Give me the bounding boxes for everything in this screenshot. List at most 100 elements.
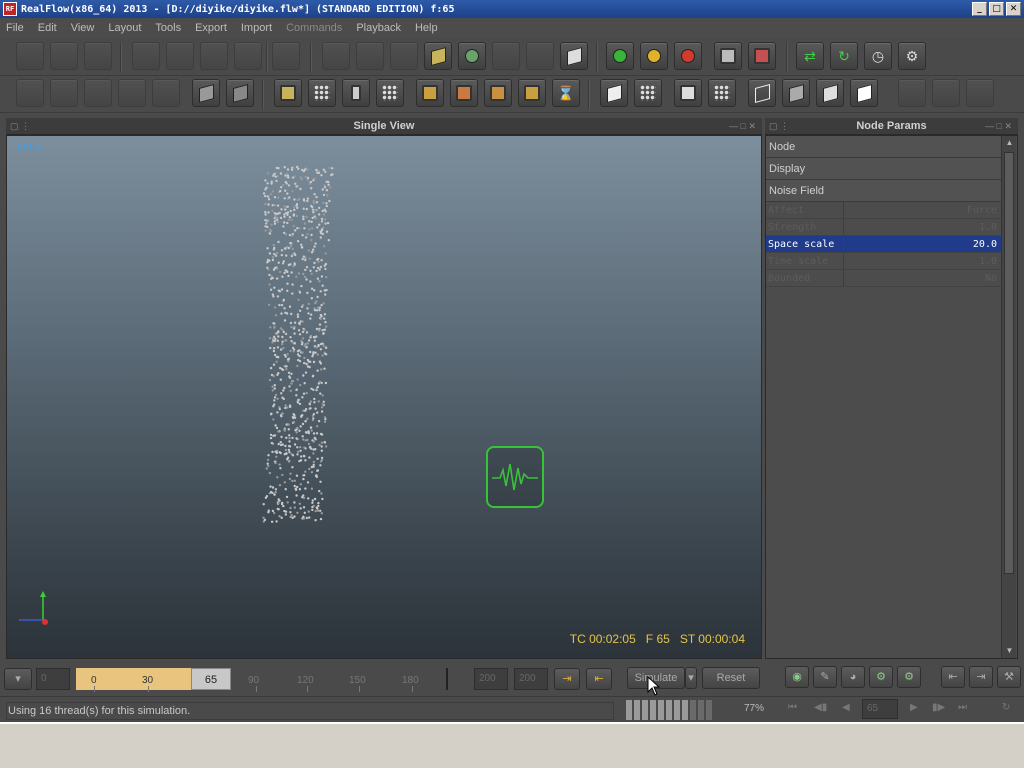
gear-green-icon[interactable]: ⚙: [869, 666, 893, 688]
3d-viewport[interactable]: persp TC 00:02:05 F 65 ST 00:00:04: [6, 135, 762, 659]
simulate-dropdown-icon[interactable]: ▾: [685, 667, 697, 689]
scale-tool-icon[interactable]: [234, 42, 262, 70]
menu-file[interactable]: File: [6, 22, 24, 34]
eye-icon[interactable]: ◕: [841, 666, 865, 688]
nav-right-icon[interactable]: ⇥: [969, 666, 993, 688]
end-frame-field[interactable]: 200: [474, 668, 508, 690]
go-end-icon[interactable]: ⏭: [958, 702, 967, 713]
cube-shaded-icon[interactable]: [782, 79, 810, 107]
tool-b-icon[interactable]: [50, 79, 78, 107]
noise-field-daemon-icon[interactable]: [486, 446, 544, 508]
key-out-icon[interactable]: ⇤: [586, 668, 612, 690]
object-icon[interactable]: [322, 42, 350, 70]
daemon-icon[interactable]: [390, 42, 418, 70]
menu-import[interactable]: Import: [241, 22, 272, 34]
param-value[interactable]: No: [844, 270, 1001, 286]
menu-help[interactable]: Help: [415, 22, 438, 34]
scroll-up-icon[interactable]: ▲: [1002, 136, 1017, 150]
red-light-icon[interactable]: [674, 42, 702, 70]
green-light-icon[interactable]: [606, 42, 634, 70]
menu-layout[interactable]: Layout: [108, 22, 141, 34]
save-scene-icon[interactable]: [84, 42, 112, 70]
close-button[interactable]: ✕: [1006, 2, 1021, 16]
sphere-dots-icon[interactable]: [634, 79, 662, 107]
tool-d-icon[interactable]: [118, 79, 146, 107]
section-noise-field[interactable]: Noise Field: [766, 180, 1001, 202]
rotate-tool-icon[interactable]: [200, 42, 228, 70]
menu-export[interactable]: Export: [195, 22, 227, 34]
dots-icon[interactable]: [376, 79, 404, 107]
param-value[interactable]: 1.0: [844, 219, 1001, 235]
step-back-icon[interactable]: ◀▮: [814, 702, 827, 713]
panel-menu-icon[interactable]: ▢ ⋮: [769, 118, 789, 135]
camera-view-icon[interactable]: ◉: [785, 666, 809, 688]
maximize-button[interactable]: □: [989, 2, 1004, 16]
fire-icon[interactable]: [932, 79, 960, 107]
section-display[interactable]: Display: [766, 158, 1001, 180]
step-forward-icon[interactable]: ▮▶: [932, 702, 945, 713]
render-icon[interactable]: [898, 79, 926, 107]
cube-white-icon[interactable]: [850, 79, 878, 107]
panel-menu-icon[interactable]: ▢ ⋮: [10, 118, 30, 135]
loop-icon[interactable]: ↻: [1002, 702, 1010, 713]
scroll-thumb[interactable]: [1004, 152, 1014, 574]
menu-playback[interactable]: Playback: [356, 22, 401, 34]
hourglass-icon[interactable]: ⌛: [552, 79, 580, 107]
sphere-icon[interactable]: [600, 79, 628, 107]
cube-wire-icon[interactable]: [748, 79, 776, 107]
ruler-icon[interactable]: [342, 79, 370, 107]
playback-frame-field[interactable]: 65: [862, 699, 898, 719]
param-row-affect[interactable]: Affect Force: [766, 202, 1001, 219]
key-in-icon[interactable]: ⇥: [554, 668, 580, 690]
param-value[interactable]: Force: [844, 202, 1001, 218]
param-row-bounded[interactable]: Bounded No: [766, 270, 1001, 287]
edit-icon[interactable]: ✎: [813, 666, 837, 688]
link-tool-icon[interactable]: [272, 42, 300, 70]
tool-a-icon[interactable]: [16, 79, 44, 107]
wrench-icon[interactable]: ⚒: [997, 666, 1021, 688]
settings-icon[interactable]: ⚙: [898, 42, 926, 70]
section-node[interactable]: Node: [766, 136, 1001, 158]
frame-b-icon[interactable]: [450, 79, 478, 107]
target-icon[interactable]: [674, 79, 702, 107]
cube-solid-icon[interactable]: [816, 79, 844, 107]
param-row-time-scale[interactable]: Time scale 1.0: [766, 253, 1001, 270]
box-icon[interactable]: [192, 79, 220, 107]
timer-icon[interactable]: ◷: [864, 42, 892, 70]
camera-icon[interactable]: [492, 42, 520, 70]
param-row-space-scale[interactable]: Space scale 20.0: [766, 236, 1001, 253]
frame-d-icon[interactable]: [518, 79, 546, 107]
frame-a-icon[interactable]: [416, 79, 444, 107]
timeline-ruler[interactable]: 65 0 30 90 120 150 180: [76, 668, 448, 692]
yellow-light-icon[interactable]: [640, 42, 668, 70]
menu-commands[interactable]: Commands: [286, 22, 342, 34]
new-scene-icon[interactable]: [16, 42, 44, 70]
select-tool-icon[interactable]: [132, 42, 160, 70]
gear-green-2-icon[interactable]: ⚙: [897, 666, 921, 688]
tool-c-icon[interactable]: [84, 79, 112, 107]
play-back-icon[interactable]: ◀: [842, 702, 850, 713]
param-value[interactable]: 20.0: [844, 236, 1001, 252]
param-row-strength[interactable]: Strength 1.0: [766, 219, 1001, 236]
grid-icon[interactable]: [308, 79, 336, 107]
go-start-icon[interactable]: ⏮: [788, 702, 797, 713]
clipboard-icon[interactable]: [274, 79, 302, 107]
move-tool-icon[interactable]: [166, 42, 194, 70]
open-scene-icon[interactable]: [50, 42, 78, 70]
save-icon[interactable]: [714, 42, 742, 70]
menu-tools[interactable]: Tools: [155, 22, 181, 34]
nav-left-icon[interactable]: ⇤: [941, 666, 965, 688]
graph-icon[interactable]: ↻: [830, 42, 858, 70]
menu-edit[interactable]: Edit: [38, 22, 57, 34]
play-icon[interactable]: ▶: [910, 702, 918, 713]
panel-window-icons[interactable]: — □ ✕: [729, 118, 756, 135]
burst-icon[interactable]: [708, 79, 736, 107]
tool-e-icon[interactable]: [152, 79, 180, 107]
mesh-icon[interactable]: [458, 42, 486, 70]
batch-icon[interactable]: ⇄: [796, 42, 824, 70]
cube-object-icon[interactable]: [424, 42, 452, 70]
rigid-body-icon[interactable]: [560, 42, 588, 70]
current-frame-field[interactable]: 65: [191, 668, 231, 690]
panel-window-icons[interactable]: — □ ✕: [985, 118, 1012, 135]
wave-icon[interactable]: [526, 42, 554, 70]
